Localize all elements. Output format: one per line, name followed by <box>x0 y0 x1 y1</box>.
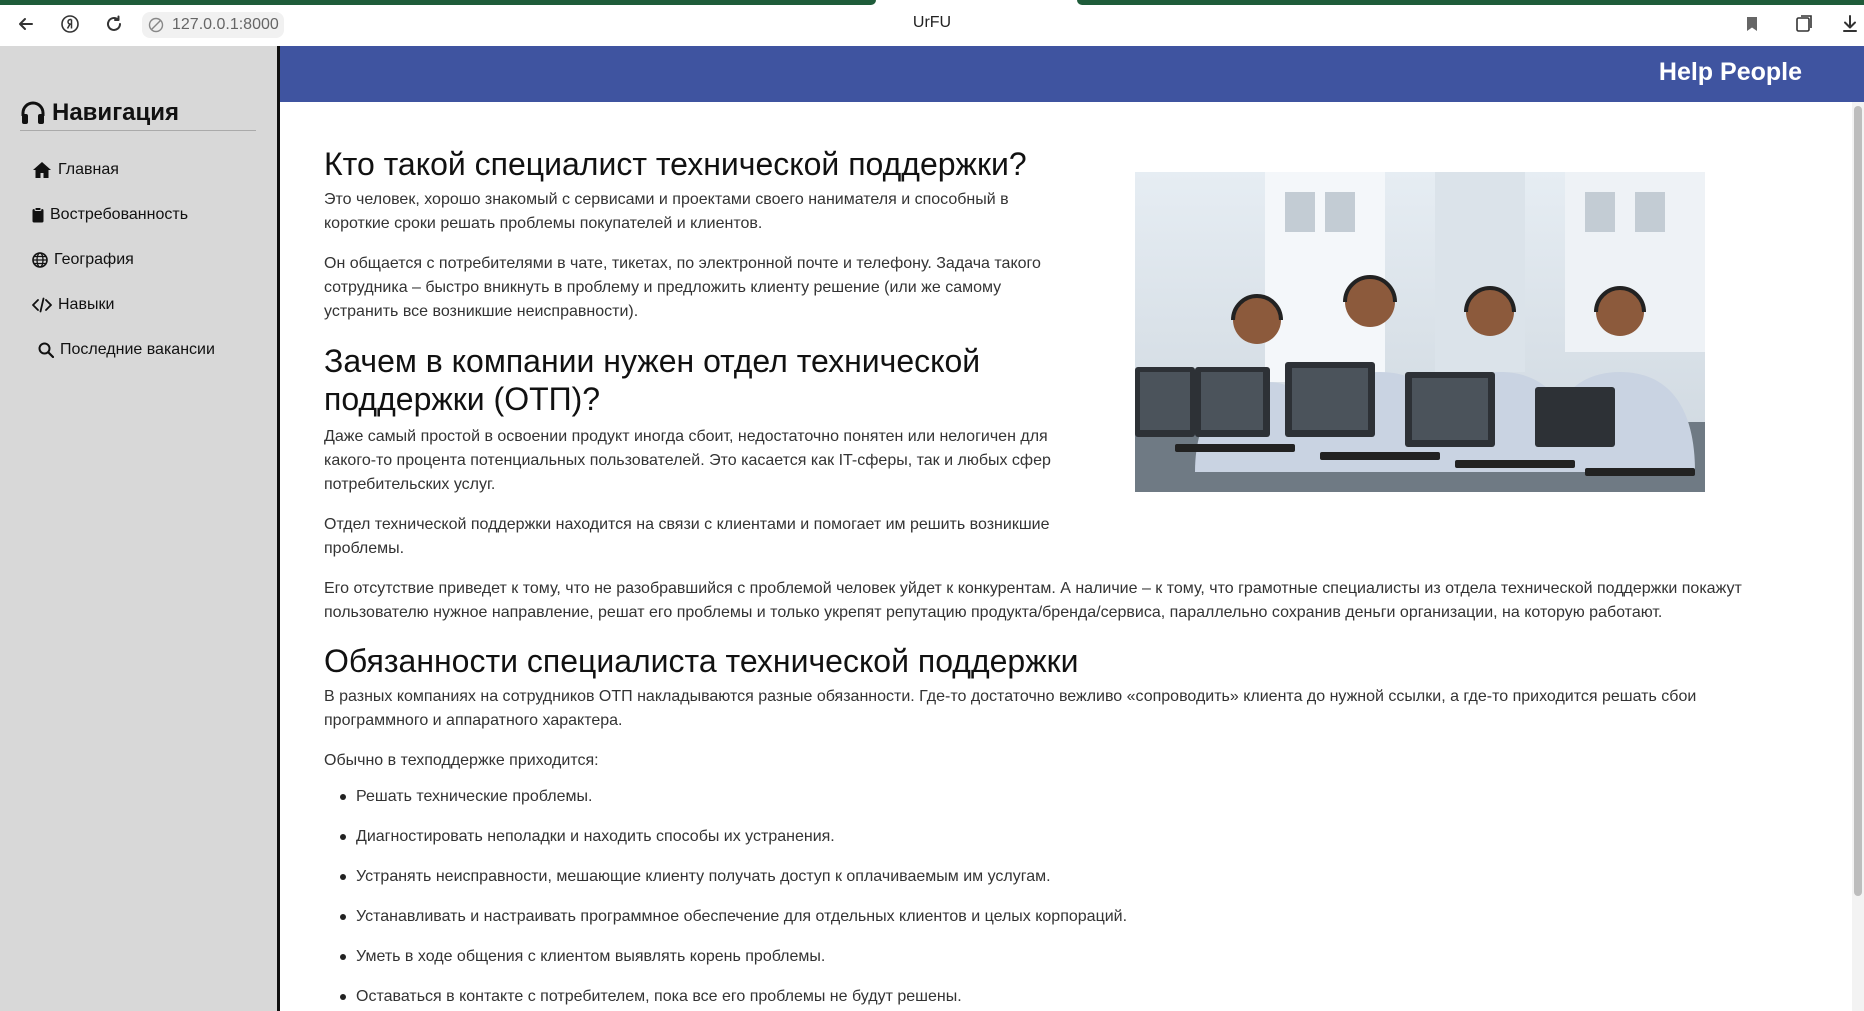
bookmark-button[interactable] <box>1738 10 1766 38</box>
sidebar-item-label: Главная <box>58 161 119 178</box>
heading-who-is-specialist: Кто такой специалист технической поддерж… <box>324 146 1027 182</box>
paragraph-absence: Его отсутствие приведет к тому, что не р… <box>324 580 1742 621</box>
list-item: Диагностировать неполадки и находить спо… <box>324 825 1127 865</box>
collections-icon <box>1796 15 1812 32</box>
paragraph-duties: В разных компаниях на сотрудников ОТП на… <box>324 688 1697 729</box>
sidebar-item-label: Востребованность <box>50 206 189 223</box>
sidebar: Навигация Главная Востребованность Геогр… <box>0 46 280 1011</box>
paragraph-usually: Обычно в техподдержке приходится: <box>324 752 599 769</box>
sidebar-item-label: Последние вакансии <box>60 341 215 358</box>
headphones-icon <box>21 101 45 124</box>
heading-responsibilities: Обязанности специалиста технической подд… <box>324 643 1079 679</box>
sidebar-header: Навигация <box>20 96 256 131</box>
reload-icon <box>107 15 121 31</box>
scrollbar-thumb[interactable] <box>1854 106 1862 896</box>
browser-accent-left <box>0 0 876 5</box>
paragraph-department-role: Отдел технической поддержки находится на… <box>324 516 1050 557</box>
sidebar-item-latest-vacancies[interactable]: Последние вакансии <box>38 338 215 362</box>
list-item: Устанавливать и настраивать программное … <box>324 905 1127 945</box>
tab-title[interactable]: UrFU <box>913 14 951 31</box>
browser-accent-right <box>1077 0 1864 5</box>
support-team-photo <box>1135 172 1705 492</box>
sidebar-item-demand[interactable]: Востребованность <box>32 203 188 227</box>
sidebar-item-skills[interactable]: Навыки <box>32 293 114 317</box>
arrow-left-icon <box>19 18 33 30</box>
collections-button[interactable] <box>1790 10 1818 38</box>
paragraph-intro: Это человек, хорошо знакомый с сервисами… <box>324 191 1009 232</box>
address-bar[interactable]: 127.0.0.1:8000 <box>142 12 284 38</box>
duties-list: Решать технические проблемы. Диагностиро… <box>324 785 1127 1011</box>
list-item: Уметь в ходе общения с клиентом выявлять… <box>324 945 1127 985</box>
yandex-button[interactable] <box>56 10 84 38</box>
search-icon <box>38 342 54 358</box>
sidebar-item-geography[interactable]: География <box>32 248 134 272</box>
back-button[interactable] <box>12 10 40 38</box>
home-icon <box>33 162 51 178</box>
download-button[interactable] <box>1836 10 1864 38</box>
globe-icon <box>32 252 48 268</box>
reload-button[interactable] <box>100 10 128 38</box>
sidebar-title: Навигация <box>52 99 180 126</box>
paragraph-communication: Он общается с потребителями в чате, тике… <box>324 255 1041 320</box>
list-item: Устранять неисправности, мешающие клиент… <box>324 865 1127 905</box>
browser-toolbar: 127.0.0.1:8000 UrFU <box>0 0 1864 47</box>
code-icon <box>32 297 52 313</box>
heading-why-department: Зачем в компании нужен отдел технической… <box>324 343 981 417</box>
site-header: Help People <box>280 46 1864 102</box>
sidebar-item-label: География <box>54 251 134 268</box>
sidebar-item-label: Навыки <box>58 296 115 313</box>
download-icon <box>1843 15 1857 32</box>
main-content: Кто такой специалист технической поддерж… <box>280 102 1864 1011</box>
url-text: 127.0.0.1:8000 <box>172 16 279 33</box>
paragraph-product-fails: Даже самый простой в освоении продукт ин… <box>324 428 1051 493</box>
clipboard-icon <box>32 207 44 223</box>
brand-title[interactable]: Help People <box>1659 58 1802 87</box>
yandex-icon <box>61 15 79 33</box>
bookmark-icon <box>1747 17 1757 31</box>
sidebar-item-home[interactable]: Главная <box>32 158 119 182</box>
list-item: Оставаться в контакте с потребителем, по… <box>324 985 1127 1011</box>
site-info-icon <box>148 17 164 33</box>
list-item: Решать технические проблемы. <box>324 785 1127 825</box>
